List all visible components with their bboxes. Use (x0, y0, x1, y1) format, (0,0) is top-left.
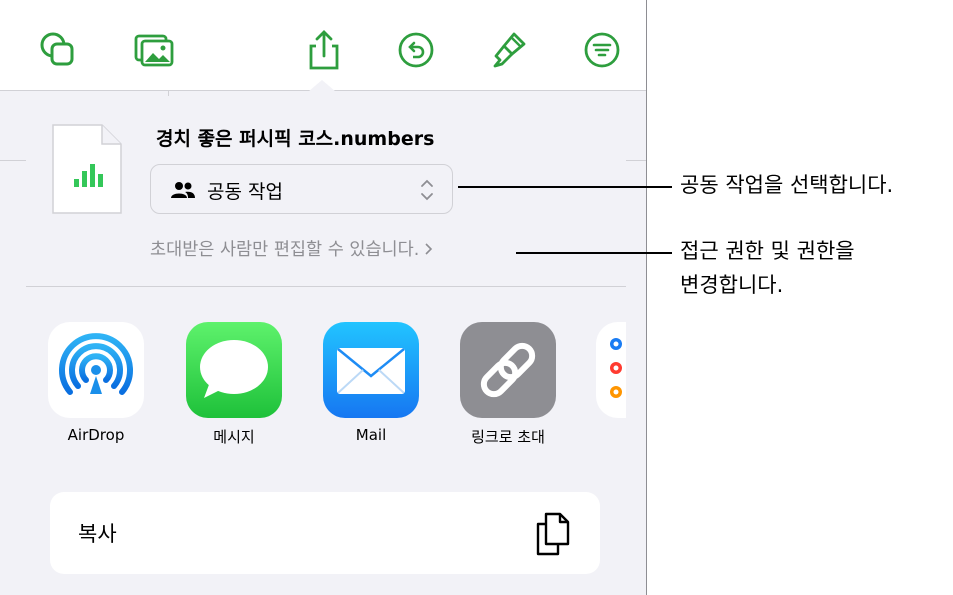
callout-line-permissions (516, 252, 672, 254)
copy-label: 복사 (78, 522, 117, 546)
document-title: 경치 좋은 퍼시픽 코스.numbers (156, 128, 435, 150)
app-label: AirDrop (67, 426, 125, 444)
app-messages[interactable]: 메시지 (184, 322, 284, 447)
collaboration-select-label: 공동 작업 (207, 181, 283, 203)
app-airdrop[interactable]: AirDrop (46, 322, 146, 444)
app-label: 링크로 초대 (471, 428, 545, 446)
callout-collaboration: 공동 작업을 선택합니다. (680, 173, 894, 197)
app-invite-link[interactable]: 링크로 초대 (458, 322, 558, 447)
airdrop-icon (48, 322, 144, 418)
ipad-screen: 경치 좋은 퍼시픽 코스.numbers 공동 작업 초대받은 사람만 편집할 … (0, 0, 647, 595)
permission-summary-link[interactable]: 초대받은 사람만 편집할 수 있습니다. (150, 236, 433, 261)
permission-summary-text: 초대받은 사람만 편집할 수 있습니다. (150, 240, 420, 260)
chevron-up-down-icon (421, 179, 433, 201)
toolbar (0, 0, 646, 90)
format-brush-icon[interactable] (488, 28, 532, 72)
app-label: Mail (355, 426, 387, 444)
share-icon[interactable] (302, 28, 346, 72)
collaboration-select[interactable]: 공동 작업 (150, 164, 453, 214)
callout-permissions-line1: 접근 권한 및 권한을 (680, 239, 855, 263)
link-icon (460, 322, 556, 418)
callout-permissions-line2: 변경합니다. (680, 273, 784, 297)
shapes-icon[interactable] (36, 28, 80, 72)
copy-action[interactable]: 복사 (50, 492, 600, 574)
popover-arrow (302, 80, 342, 97)
app-label: 메시지 (213, 428, 255, 446)
media-icon[interactable] (132, 28, 176, 72)
copy-icon (536, 512, 570, 556)
mail-icon (323, 322, 419, 418)
app-reminders[interactable]: 미 (594, 322, 626, 447)
callout-line-collaboration (458, 186, 672, 188)
share-sheet: 경치 좋은 퍼시픽 코스.numbers 공동 작업 초대받은 사람만 편집할 … (26, 96, 626, 595)
undo-icon[interactable] (394, 28, 438, 72)
divider (26, 286, 626, 287)
reminders-icon (596, 322, 626, 418)
more-menu-icon[interactable] (580, 28, 624, 72)
chevron-right-icon (425, 243, 433, 255)
app-mail[interactable]: Mail (321, 322, 421, 444)
numbers-document-icon (52, 124, 122, 214)
app-label: 미 (594, 426, 626, 447)
messages-icon (186, 322, 282, 418)
people-icon (171, 182, 195, 198)
